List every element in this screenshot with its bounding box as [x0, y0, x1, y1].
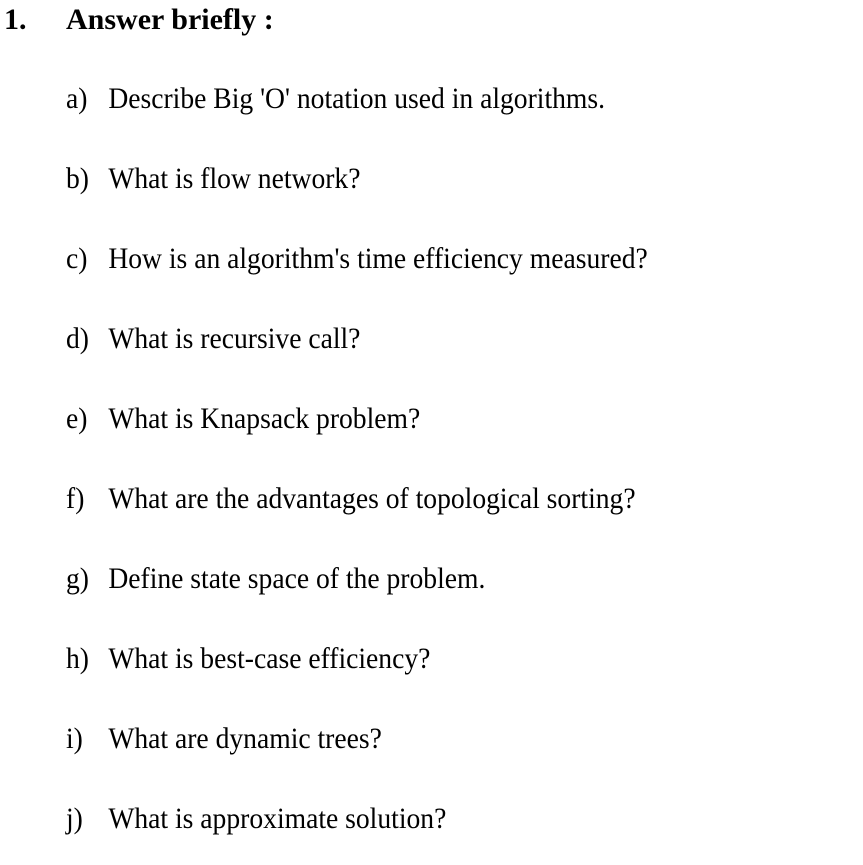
- list-item: d) What is recursive call?: [66, 319, 360, 359]
- list-item: h) What is best-case efficiency?: [66, 639, 430, 679]
- item-text: What is Knapsack problem?: [108, 402, 421, 435]
- item-label: c): [66, 242, 88, 275]
- item-text: What are dynamic trees?: [108, 722, 382, 755]
- item-text: What is recursive call?: [108, 322, 361, 355]
- item-text: Describe Big 'O' notation used in algori…: [108, 82, 606, 115]
- item-label: e): [66, 402, 88, 435]
- list-item: i) What are dynamic trees?: [66, 719, 382, 759]
- list-item: e) What is Knapsack problem?: [66, 399, 420, 439]
- item-label: i): [66, 722, 83, 755]
- question-title: Answer briefly :: [66, 3, 274, 36]
- item-text: How is an algorithm's time efficiency me…: [108, 242, 648, 275]
- item-text: Define state space of the problem.: [108, 562, 486, 595]
- list-item: c) How is an algorithm's time efficiency…: [66, 239, 648, 279]
- exam-page: 1. Answer briefly : a) Describe Big 'O' …: [0, 0, 863, 865]
- list-item: b) What is flow network?: [66, 159, 360, 199]
- item-text: What are the advantages of topological s…: [108, 482, 636, 515]
- item-text: What is flow network?: [108, 162, 361, 195]
- list-item: j) What is approximate solution?: [66, 799, 446, 839]
- list-item: g) Define state space of the problem.: [66, 559, 485, 599]
- item-label: a): [66, 82, 88, 115]
- item-label: j): [66, 802, 83, 835]
- item-text: What is best-case efficiency?: [108, 642, 431, 675]
- question-number: 1.: [4, 3, 27, 36]
- list-item: f) What are the advantages of topologica…: [66, 479, 636, 519]
- item-label: g): [66, 562, 89, 595]
- list-item: a) Describe Big 'O' notation used in alg…: [66, 79, 605, 119]
- question-header: 1. Answer briefly :: [4, 0, 274, 40]
- item-label: h): [66, 642, 89, 675]
- item-label: f): [66, 482, 85, 515]
- item-label: d): [66, 322, 89, 355]
- item-text: What is approximate solution?: [108, 802, 447, 835]
- item-label: b): [66, 162, 89, 195]
